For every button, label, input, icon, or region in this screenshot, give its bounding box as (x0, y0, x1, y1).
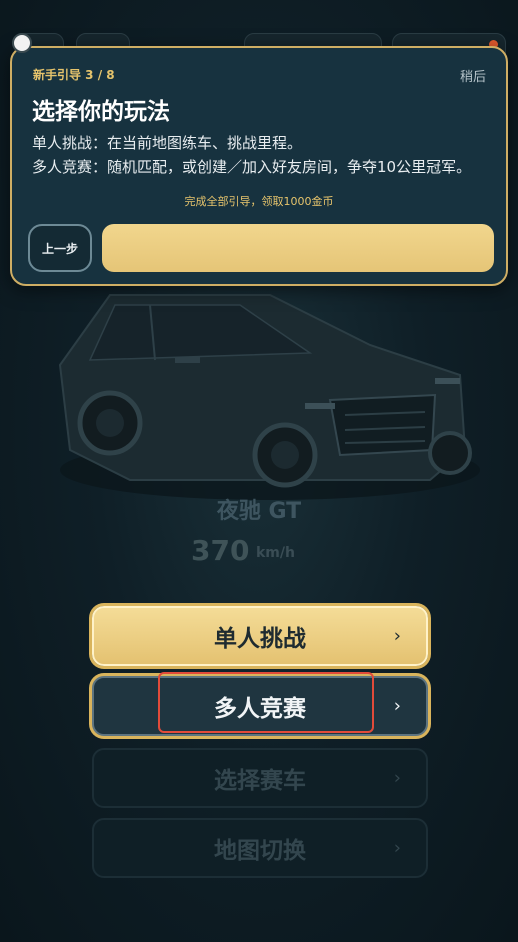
guide-next-button[interactable] (102, 224, 494, 272)
chevron-right-icon: › (393, 625, 401, 647)
chevron-right-icon: › (393, 695, 401, 717)
select-car-button[interactable]: 选择赛车 › (92, 748, 428, 808)
highlight-box (158, 672, 374, 733)
guide-step-label: 新手引导 3 / 8 (33, 68, 115, 82)
chevron-right-icon: › (393, 767, 401, 789)
guide-pin-dot (12, 33, 32, 53)
chevron-right-icon: › (393, 837, 401, 859)
car-speed: 370 (191, 534, 250, 567)
guide-line-single: 单人挑战：在当前地图练车、挑战里程。 (32, 134, 303, 152)
tutorial-guide-card: 新手引导 3 / 8 稍后 选择你的玩法 单人挑战：在当前地图练车、挑战里程。 … (10, 46, 508, 286)
car-name: 夜驰 GT (216, 499, 302, 524)
guide-line-multi: 多人竞赛：随机匹配，或创建／加入好友房间，争夺10公里冠军。 (32, 158, 472, 176)
switch-map-label: 地图切换 (214, 838, 306, 864)
speed-unit: km/h (256, 545, 295, 561)
guide-prev-button[interactable]: 上一步 (28, 224, 92, 272)
guide-title: 选择你的玩法 (32, 99, 170, 125)
single-challenge-button[interactable]: 单人挑战 › (92, 606, 428, 666)
single-challenge-label: 单人挑战 (214, 626, 306, 652)
guide-later-button[interactable]: 稍后 (460, 66, 486, 85)
guide-reward-text: 完成全部引导，领取1000金币 (184, 195, 334, 208)
switch-map-button[interactable]: 地图切换 › (92, 818, 428, 878)
car-illustration (40, 275, 480, 510)
select-car-label: 选择赛车 (214, 768, 306, 794)
